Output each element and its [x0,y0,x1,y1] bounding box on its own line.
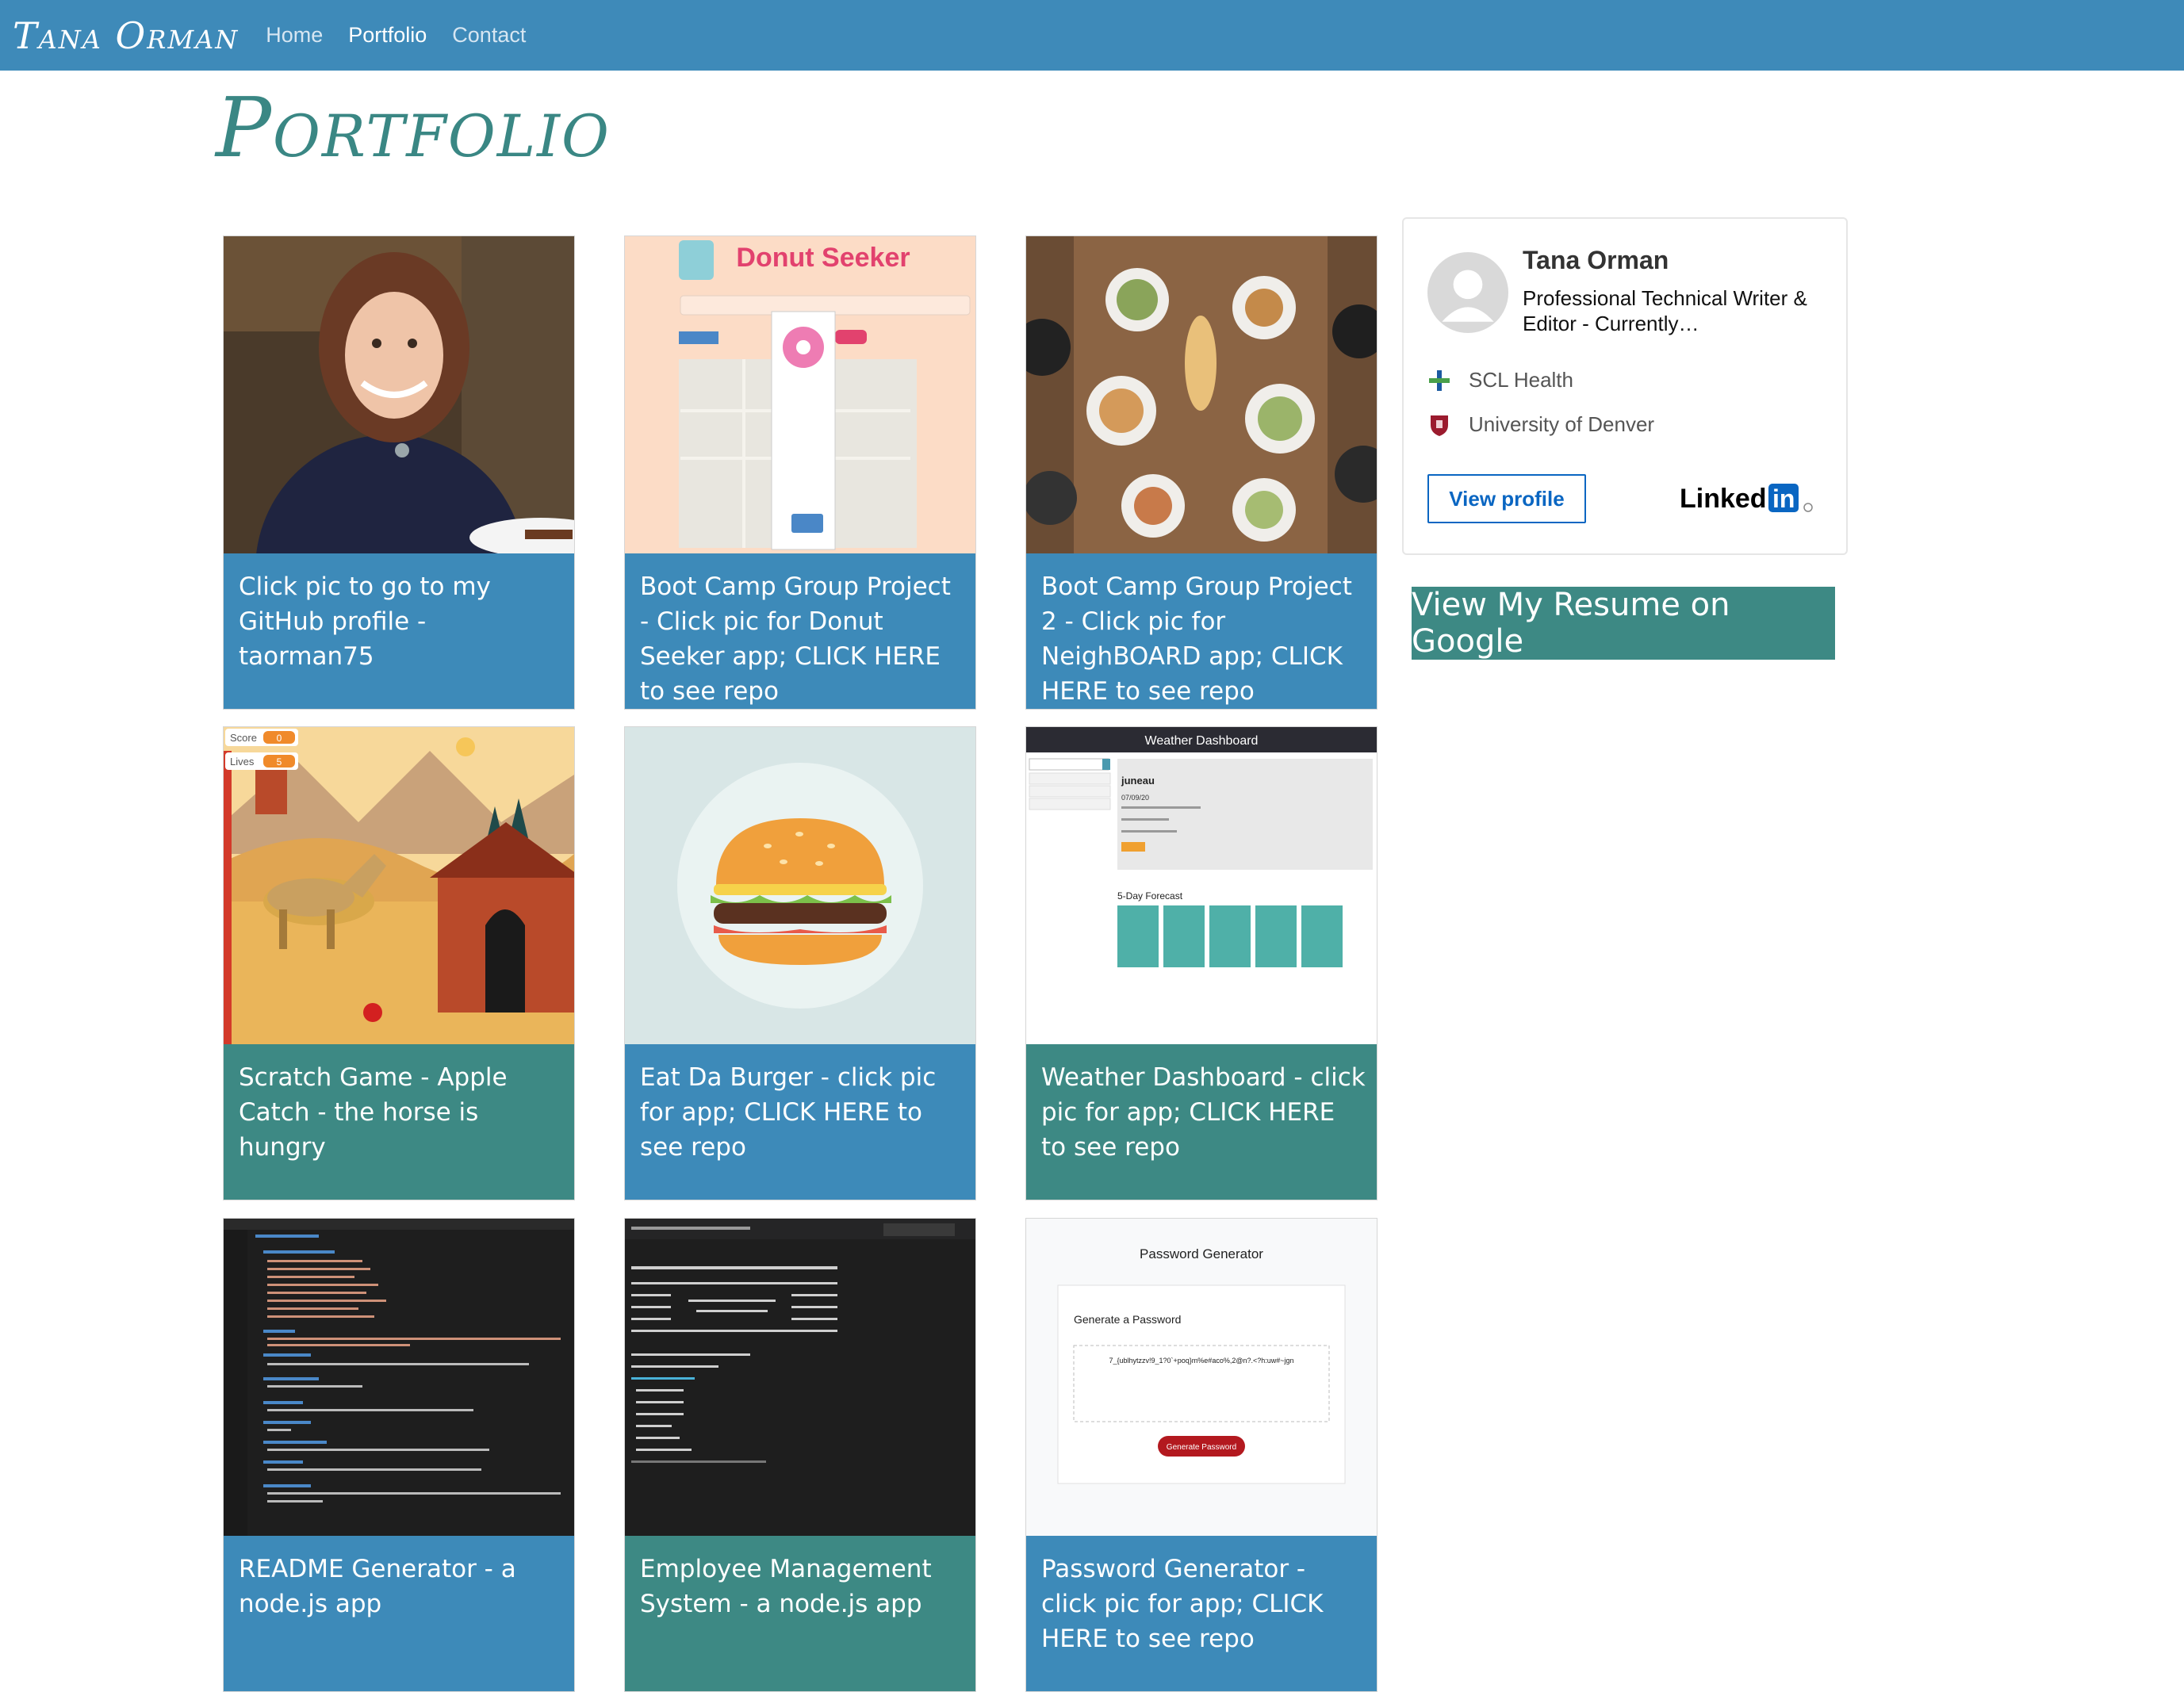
svg-text:07/09/20: 07/09/20 [1121,794,1149,802]
svg-text:Generate a Password: Generate a Password [1074,1313,1181,1326]
svg-text:0: 0 [277,733,282,744]
dinner-table-photo[interactable] [1026,236,1377,553]
portfolio-card-readme-generator[interactable]: README Generator - a node.js app [223,1218,575,1692]
svg-text:7_{ublhytzzv!9_1?0`+poq}m%e#ac: 7_{ublhytzzv!9_1?0`+poq}m%e#aco%,2@n?.<?… [1109,1357,1293,1365]
portfolio-card-password-generator[interactable]: Password Generator Generate a Password 7… [1025,1218,1377,1692]
card-caption: Weather Dashboard - click pic for app; C… [1041,1063,1366,1162]
svg-text:Score: Score [230,732,257,744]
nav-link-home[interactable]: Home [266,23,323,48]
card-caption: README Generator - a node.js app [239,1555,516,1618]
nav-link-contact[interactable]: Contact [452,23,526,48]
portfolio-card-github[interactable]: Click pic to go to my GitHub profile - t… [223,235,575,710]
card-caption: Employee Management System - a node.js a… [640,1555,932,1618]
linkedin-school: University of Denver [1469,412,1655,436]
svg-text:juneau: juneau [1121,775,1155,787]
portfolio-card-eat-da-burger[interactable]: Eat Da Burger - click pic for app; CLICK… [624,726,976,1200]
avatar-icon [1427,252,1508,333]
donut-seeker-screenshot[interactable]: Donut Seeker [625,236,975,553]
svg-text:Password Generator: Password Generator [1140,1246,1263,1261]
burger-illustration[interactable] [625,727,975,1044]
svg-text:5-Day Forecast: 5-Day Forecast [1117,890,1183,902]
navbar: Tana Orman Home Portfolio Contact [0,0,2184,71]
svg-text:in: in [1772,484,1795,513]
card-caption: Scratch Game - Apple Catch - the horse i… [239,1063,508,1162]
linkedin-headline: Professional Technical Writer & Editor -… [1523,286,1807,335]
svg-text:Linked: Linked [1680,484,1767,514]
svg-text:Lives: Lives [230,756,255,768]
linkedin-name[interactable]: Tana Orman [1523,246,1669,275]
scl-health-icon [1429,369,1450,391]
linkedin-row-employer[interactable]: SCL Health [1427,368,1573,392]
card-caption: Password Generator - click pic for app; … [1041,1555,1324,1653]
nav-link-portfolio[interactable]: Portfolio [348,23,427,48]
card-caption: Eat Da Burger - click pic for app; CLICK… [640,1063,937,1162]
card-caption: Boot Camp Group Project 2 - Click pic fo… [1041,572,1352,706]
university-shield-icon [1431,415,1448,436]
weather-dashboard-screenshot[interactable]: Weather Dashboard juneau 07/09/20 5-Day … [1026,727,1377,1044]
code-editor-screenshot[interactable] [224,1219,574,1536]
brand-logo[interactable]: Tana Orman [13,14,239,57]
linkedin-row-school[interactable]: University of Denver [1427,412,1654,437]
password-generator-screenshot[interactable]: Password Generator Generate a Password 7… [1026,1219,1377,1536]
svg-text:Weather Dashboard: Weather Dashboard [1145,734,1259,748]
view-profile-button[interactable]: View profile [1427,474,1586,523]
nav-links: Home Portfolio Contact [266,23,551,48]
linkedin-logo-icon: Linked in [1680,484,1813,514]
svg-text:Donut Seeker: Donut Seeker [736,243,910,273]
card-caption: Boot Camp Group Project - Click pic for … [640,572,951,706]
svg-text:5: 5 [277,756,282,768]
linkedin-employer: SCL Health [1469,368,1573,392]
profile-photo[interactable] [224,236,574,553]
portfolio-card-neighboard[interactable]: Boot Camp Group Project 2 - Click pic fo… [1025,235,1377,710]
linkedin-badge: Tana Orman Professional Technical Writer… [1402,217,1848,555]
view-resume-button[interactable]: View My Resume on Google [1412,587,1835,660]
scratch-game-screenshot[interactable]: Score 0 Lives 5 [224,727,574,1044]
terminal-screenshot[interactable] [625,1219,975,1536]
page-title: Portfolio [216,79,611,176]
portfolio-card-donut-seeker[interactable]: Donut Seeker Boot Camp Group Project - C… [624,235,976,710]
portfolio-card-scratch-game[interactable]: Score 0 Lives 5 Scratch Game - Apple Cat… [223,726,575,1200]
portfolio-card-weather-dashboard[interactable]: Weather Dashboard juneau 07/09/20 5-Day … [1025,726,1377,1200]
svg-text:Generate Password: Generate Password [1167,1443,1236,1452]
portfolio-card-employee-management[interactable]: Employee Management System - a node.js a… [624,1218,976,1692]
card-caption: Click pic to go to my GitHub profile - t… [239,572,491,671]
